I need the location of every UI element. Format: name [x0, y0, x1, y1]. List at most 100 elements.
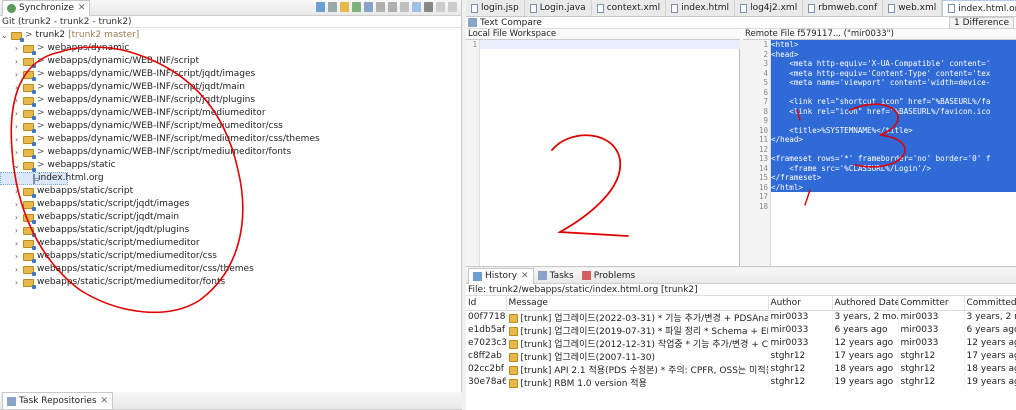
chevron-right-icon[interactable]: › [12, 198, 21, 211]
chevron-right-icon[interactable]: › [12, 42, 21, 55]
tree-folder-item[interactable]: › > webapps/dynamic/WEB-INF/script [0, 55, 461, 68]
column-header[interactable]: Committed D [964, 296, 1016, 311]
tree-root[interactable]: ⌄ > trunk2 [trunk2 master] [0, 29, 461, 42]
table-cell: 19 years ago [964, 375, 1016, 389]
close-icon[interactable]: ✕ [101, 396, 109, 406]
column-header[interactable]: Author [768, 296, 833, 311]
tree-folder-item[interactable]: › webapps/static/script/mediumeditor/css/… [0, 263, 461, 276]
table-cell: mir0033 [898, 336, 965, 350]
run-icon[interactable] [340, 2, 349, 12]
chevron-right-icon[interactable]: › [12, 224, 21, 237]
folder-icon [23, 226, 36, 237]
tree-folder-item[interactable]: › webapps/static/script/jqdt/main [0, 211, 461, 224]
tree-file-item[interactable]: index.html.org [0, 172, 104, 185]
chevron-right-icon[interactable]: › [12, 276, 21, 289]
synchronize-toolbar [316, 2, 457, 12]
tree-item-label: webapps/static/script/mediumeditor [37, 238, 200, 248]
editor-tab[interactable]: log4j2.xml [735, 0, 804, 16]
tree-folder-item[interactable]: › > webapps/dynamic/WEB-INF/script/jqdt/ma… [0, 81, 461, 94]
editor-tab[interactable]: index.html [666, 0, 736, 16]
close-icon[interactable]: ✕ [78, 3, 86, 13]
chevron-right-icon[interactable]: › [12, 120, 21, 133]
collapse-all-icon[interactable] [400, 2, 409, 12]
history-table-header: Id Message Author Authored Date Committer Com… [466, 296, 1016, 311]
table-row[interactable]: 00f7718 [trunk] 업그레이드(2022-03-31) * 기능 추가… [466, 310, 1016, 324]
tree-folder-item[interactable]: ⌄ > webapps/static [0, 159, 461, 172]
minimize-icon[interactable] [436, 2, 445, 12]
table-row[interactable]: 02cc2bf [trunk] API 2.1 적용(PDS 수정본) * 주의:… [466, 362, 1016, 376]
chevron-right-icon[interactable]: › [12, 55, 21, 68]
tree-folder-item[interactable]: › webapps/static/script [0, 185, 461, 198]
editor-tab[interactable]: rbmweb.conf [803, 0, 884, 16]
previous-icon[interactable] [388, 2, 397, 12]
table-row[interactable]: 30e78a6 [trunk] RBM 1.0 version 적용 stghr12… [466, 375, 1016, 389]
tab-tasks[interactable]: Tasks [534, 268, 578, 284]
editor-tab[interactable]: login.jsp [466, 0, 525, 16]
chevron-right-icon[interactable]: › [12, 263, 21, 276]
line-number: 12 [758, 144, 768, 154]
tree-folder-item[interactable]: › > webapps/dynamic/WEB-INF/script/jqdt/im… [0, 68, 461, 81]
chevron-right-icon[interactable]: › [12, 68, 21, 81]
tree-folder-item[interactable]: › > webapps/dynamic/WEB-INF/script/mediume… [0, 107, 461, 120]
editor-tab[interactable]: Login.java [525, 0, 592, 16]
tree-folder-item[interactable]: › > webapps/dynamic/WEB-INF/script/mediume… [0, 120, 461, 133]
line-number: 14 [758, 163, 768, 173]
chevron-right-icon[interactable]: › [12, 237, 21, 250]
task-repositories-tab[interactable]: Task Repositories ✕ [2, 392, 114, 409]
filter-icon[interactable] [364, 2, 373, 12]
tree-folder-item[interactable]: › webapps/static/script/jqdt/images [0, 198, 461, 211]
chevron-right-icon[interactable]: › [12, 133, 21, 146]
chevron-down-icon[interactable]: ⌄ [0, 29, 9, 42]
chevron-right-icon[interactable]: › [12, 211, 21, 224]
table-row[interactable]: e1db5af [trunk] 업그레이드(2019-07-31) * 파일 정리… [466, 323, 1016, 337]
editor-tab[interactable]: context.xml [592, 0, 667, 16]
chevron-right-icon[interactable]: › [12, 94, 21, 107]
tasks-icon [537, 271, 547, 280]
link-icon[interactable] [412, 2, 421, 12]
editor-tab[interactable]: index.html.org✕ [942, 0, 1016, 16]
remote-file-pane[interactable]: 1 2 3 4 5 6 7 8 9 10 11 12 13 14 15 16 17 18 <html> <head>… [757, 40, 1016, 266]
history-table: Id Message Author Authored Date Committer Com… [466, 296, 1016, 389]
table-cell: 12 years ago [964, 336, 1016, 350]
table-cell: [trunk] 업그레이드(2022-03-31) * 기능 추가/변경 + P… [506, 310, 769, 324]
chevron-right-icon[interactable]: › [12, 81, 21, 94]
column-header[interactable]: Id [466, 296, 507, 311]
chevron-right-icon[interactable]: › [12, 185, 21, 198]
chevron-right-icon[interactable]: › [12, 107, 21, 120]
next-icon[interactable] [376, 2, 385, 12]
pin-icon[interactable] [352, 2, 361, 12]
tree-folder-item[interactable]: › webapps/static/script/jqdt/plugins [0, 224, 461, 237]
tree-folder-item[interactable]: › > webapps/dynamic/WEB-INF/script/mediume… [0, 146, 461, 159]
synchronize-title: Synchronize [19, 3, 74, 13]
tab-problems[interactable]: Problems [578, 268, 639, 284]
synchronize-tab[interactable]: Synchronize ✕ [2, 0, 91, 16]
dropdown-icon[interactable] [328, 2, 337, 12]
folder-icon [23, 200, 36, 211]
maximize-icon[interactable] [448, 2, 457, 12]
table-cell: 17 years ago [832, 349, 899, 363]
tree-folder-item[interactable]: › webapps/static/script/mediumeditor/font… [0, 276, 461, 289]
close-icon[interactable]: ✕ [521, 271, 529, 281]
tree-folder-item[interactable]: › > webapps/dynamic/WEB-INF/script/jqdt/pl… [0, 94, 461, 107]
tree-folder-item[interactable]: › webapps/static/script/mediumeditor [0, 237, 461, 250]
chevron-right-icon[interactable]: › [12, 146, 21, 159]
menu-icon[interactable] [424, 2, 433, 12]
table-row[interactable]: c8ff2ab [trunk] 업그레이드(2007-11-30) stghr12 1… [466, 349, 1016, 363]
tree-folder-item[interactable]: › > webapps/dynamic/WEB-INF/script/mediume… [0, 133, 461, 146]
tab-history[interactable]: History ✕ [468, 268, 534, 284]
line-number-gutter: 1 2 3 4 5 6 7 8 9 10 11 12 13 14 15 16 17 18 [757, 40, 771, 266]
tree-folder-item[interactable]: › webapps/static/script/mediumeditor/css [0, 250, 461, 263]
column-header[interactable]: Committer [898, 296, 965, 311]
column-header[interactable]: Message [506, 296, 769, 311]
line-number: 3 [763, 59, 768, 68]
table-cell: stghr12 [898, 362, 965, 376]
column-header[interactable]: Authored Date [832, 296, 899, 311]
local-file-pane[interactable]: 1 [466, 40, 740, 266]
chevron-down-icon[interactable]: ⌄ [12, 159, 21, 172]
editor-tab[interactable]: web.xml [883, 0, 943, 16]
tree-item-label: webapps/static/script/jqdt/main [37, 212, 180, 222]
table-row[interactable]: e7023c3 [trunk] 업그레이드(2012-12-31) 작업중 * 기… [466, 336, 1016, 350]
sync-icon[interactable] [316, 2, 325, 12]
chevron-right-icon[interactable]: › [12, 250, 21, 263]
tree-folder-item[interactable]: › > webapps/dynamic [0, 42, 461, 55]
